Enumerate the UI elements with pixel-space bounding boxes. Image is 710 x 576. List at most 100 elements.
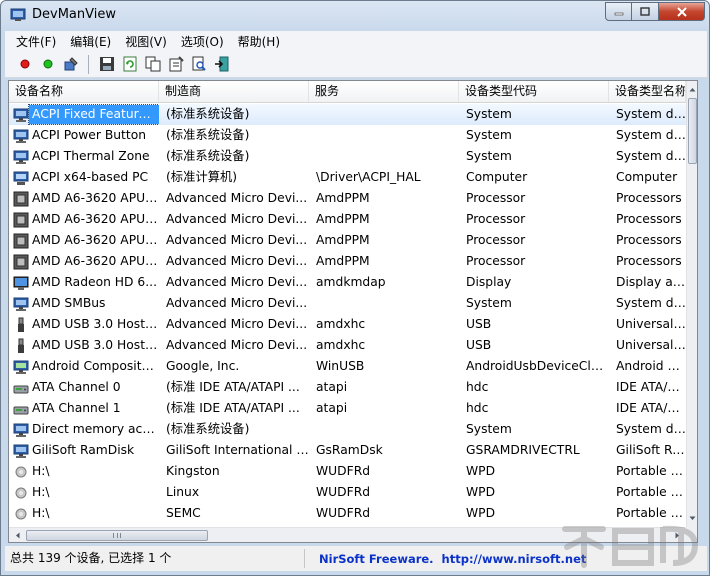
scroll-up-button[interactable]: [687, 82, 697, 97]
vertical-scrollbar[interactable]: [686, 81, 697, 527]
device-name-text: ACPI x64-based PC: [32, 170, 149, 184]
cell-device-type-code: USB: [466, 317, 492, 331]
device-name-text: GiliSoft RamDisk: [32, 443, 135, 457]
table-row[interactable]: ATA Channel 0 (标准 IDE ATA/ATAPI ... atapi h…: [9, 377, 686, 398]
column-header-device-name[interactable]: 设备名称: [9, 81, 159, 102]
table-row[interactable]: AMD A6-3620 APU ... Advanced Micro Devi..…: [9, 230, 686, 251]
table-row[interactable]: AMD A6-3620 APU ... Advanced Micro Devi..…: [9, 209, 686, 230]
table-row[interactable]: GiliSoft RamDisk GiliSoft International L…: [9, 440, 686, 461]
cell-device-type-code: Display: [466, 275, 512, 289]
close-button[interactable]: [659, 2, 705, 21]
horizontal-scrollbar[interactable]: [9, 527, 686, 542]
app-icon: [10, 8, 26, 21]
cell-manufacturer: Advanced Micro Devi...: [166, 212, 308, 226]
table-row[interactable]: Android Composite... Google, Inc. WinUSB An…: [9, 356, 686, 377]
exit-icon: [214, 56, 228, 72]
cell-device-name: AMD A6-3620 APU ...: [9, 230, 159, 251]
cell-device-type-name: Computer: [616, 170, 678, 184]
cell-device-name: AMD USB 3.0 Host ...: [9, 314, 159, 335]
table-row[interactable]: AMD A6-3620 APU ... Advanced Micro Devi..…: [9, 188, 686, 209]
cell-device-type-name: System devi: [616, 422, 686, 436]
menu-view[interactable]: 视图(V): [118, 33, 174, 50]
cell-device-name: Android Composite...: [9, 356, 159, 377]
disable-device-button[interactable]: [15, 55, 34, 74]
table-row[interactable]: AMD SMBus Advanced Micro Devi... System Sys…: [9, 293, 686, 314]
menu-edit[interactable]: 编辑(E): [63, 33, 118, 50]
android-device-icon: [13, 360, 29, 374]
refresh-button[interactable]: [120, 55, 139, 74]
cell-device-type-code: System: [466, 149, 512, 163]
title-bar[interactable]: DevManView: [1, 1, 709, 30]
column-header-device-type-name[interactable]: 设备类型名称: [609, 81, 686, 102]
table-row[interactable]: AMD USB 3.0 Host ... Advanced Micro Devi.…: [9, 314, 686, 335]
cell-device-type-name: Processors: [616, 254, 682, 268]
horizontal-scroll-thumb[interactable]: [26, 530, 208, 541]
cell-device-type-name: Display ada: [616, 275, 686, 289]
cell-device-type-code: WPD: [466, 506, 496, 520]
cell-manufacturer: GiliSoft International L...: [166, 443, 309, 457]
device-name-text: AMD Radeon HD 6...: [32, 275, 157, 289]
cell-device-name: GiliSoft RamDisk: [9, 440, 159, 461]
website-link[interactable]: http://www.nirsoft.net: [442, 552, 587, 566]
scroll-left-button[interactable]: [10, 528, 25, 542]
device-name-text: H:\: [32, 464, 50, 478]
menu-help[interactable]: 帮助(H): [231, 33, 287, 50]
status-credit: NirSoft Freeware. http://www.nirsoft.net: [305, 552, 586, 566]
find-icon: [192, 56, 206, 71]
window-title: DevManView: [32, 7, 116, 22]
copy-button[interactable]: [143, 55, 162, 74]
toolbar-separator: [88, 54, 89, 74]
minimize-button[interactable]: [605, 2, 632, 21]
cell-device-type-name: System devi: [616, 149, 686, 163]
table-row[interactable]: ACPI Power Button (标准系统设备) System System de…: [9, 125, 686, 146]
vertical-scroll-thumb[interactable]: [688, 98, 697, 164]
device-tool-button[interactable]: [61, 55, 80, 74]
column-header-manufacturer[interactable]: 制造商: [159, 81, 309, 102]
maximize-button[interactable]: [632, 2, 659, 21]
table-row[interactable]: AMD USB 3.0 Host ... Advanced Micro Devi.…: [9, 335, 686, 356]
chevron-right-icon: [675, 532, 679, 539]
portable-device-icon: [15, 508, 27, 519]
device-list[interactable]: 设备名称 制造商 服务 设备类型代码 设备类型名称 ACPI Fixed Fea…: [8, 80, 698, 543]
table-row[interactable]: ACPI Fixed Feature ... (标准系统设备) System Syst…: [9, 104, 686, 125]
cell-service: amdxhc: [316, 338, 366, 352]
processor-icon: [13, 191, 29, 206]
table-row[interactable]: Direct memory acce... (标准系统设备) System Syste…: [9, 419, 686, 440]
save-button[interactable]: [97, 55, 116, 74]
table-row[interactable]: ACPI x64-based PC (标准计算机) \Driver\ACPI_HAL…: [9, 167, 686, 188]
scroll-down-button[interactable]: [687, 511, 697, 526]
column-header-service[interactable]: 服务: [309, 81, 459, 102]
ramdisk-icon: [13, 444, 29, 458]
cell-device-name: AMD A6-3620 APU ...: [9, 188, 159, 209]
green-dot-icon: [43, 59, 52, 69]
close-icon: [676, 6, 687, 17]
exit-button[interactable]: [212, 55, 231, 74]
find-button[interactable]: [189, 55, 208, 74]
cell-device-name: AMD Radeon HD 6...: [9, 272, 159, 293]
cell-service: WUDFRd: [316, 485, 371, 499]
table-row[interactable]: H:\ Linux WUDFRd WPD Portable De: [9, 482, 686, 503]
properties-button[interactable]: [166, 55, 185, 74]
menu-file[interactable]: 文件(F): [9, 33, 63, 50]
table-row[interactable]: AMD A6-3620 APU ... Advanced Micro Devi..…: [9, 251, 686, 272]
table-row[interactable]: H:\ SEMC WUDFRd WPD Portable De: [9, 503, 686, 524]
cell-manufacturer: Linux: [166, 485, 200, 499]
table-row[interactable]: ATA Channel 1 (标准 IDE ATA/ATAPI ... atapi h…: [9, 398, 686, 419]
enable-device-button[interactable]: [38, 55, 57, 74]
cell-device-type-code: System: [466, 422, 512, 436]
cell-service: [309, 125, 459, 146]
scroll-right-button[interactable]: [670, 528, 685, 542]
device-name-text: AMD A6-3620 APU ...: [32, 254, 159, 268]
app-window: DevManView 文件(F) 编辑(E) 视图(V) 选项(O) 帮助(H): [0, 0, 710, 576]
cell-manufacturer: (标准 IDE ATA/ATAPI ...: [166, 380, 300, 394]
table-row[interactable]: ACPI Thermal Zone (标准系统设备) System System de…: [9, 146, 686, 167]
table-row[interactable]: H:\ Kingston WUDFRd WPD Portable De: [9, 461, 686, 482]
system-device-icon: [13, 129, 29, 143]
table-row[interactable]: AMD Radeon HD 6... Advanced Micro Devi...…: [9, 272, 686, 293]
device-name-text: AMD A6-3620 APU ...: [32, 233, 159, 247]
column-header-device-type-code[interactable]: 设备类型代码: [459, 81, 609, 102]
ide-channel-icon: [13, 385, 29, 393]
menu-options[interactable]: 选项(O): [174, 33, 231, 50]
cell-service: AmdPPM: [316, 233, 370, 247]
system-device-icon: [13, 150, 29, 164]
